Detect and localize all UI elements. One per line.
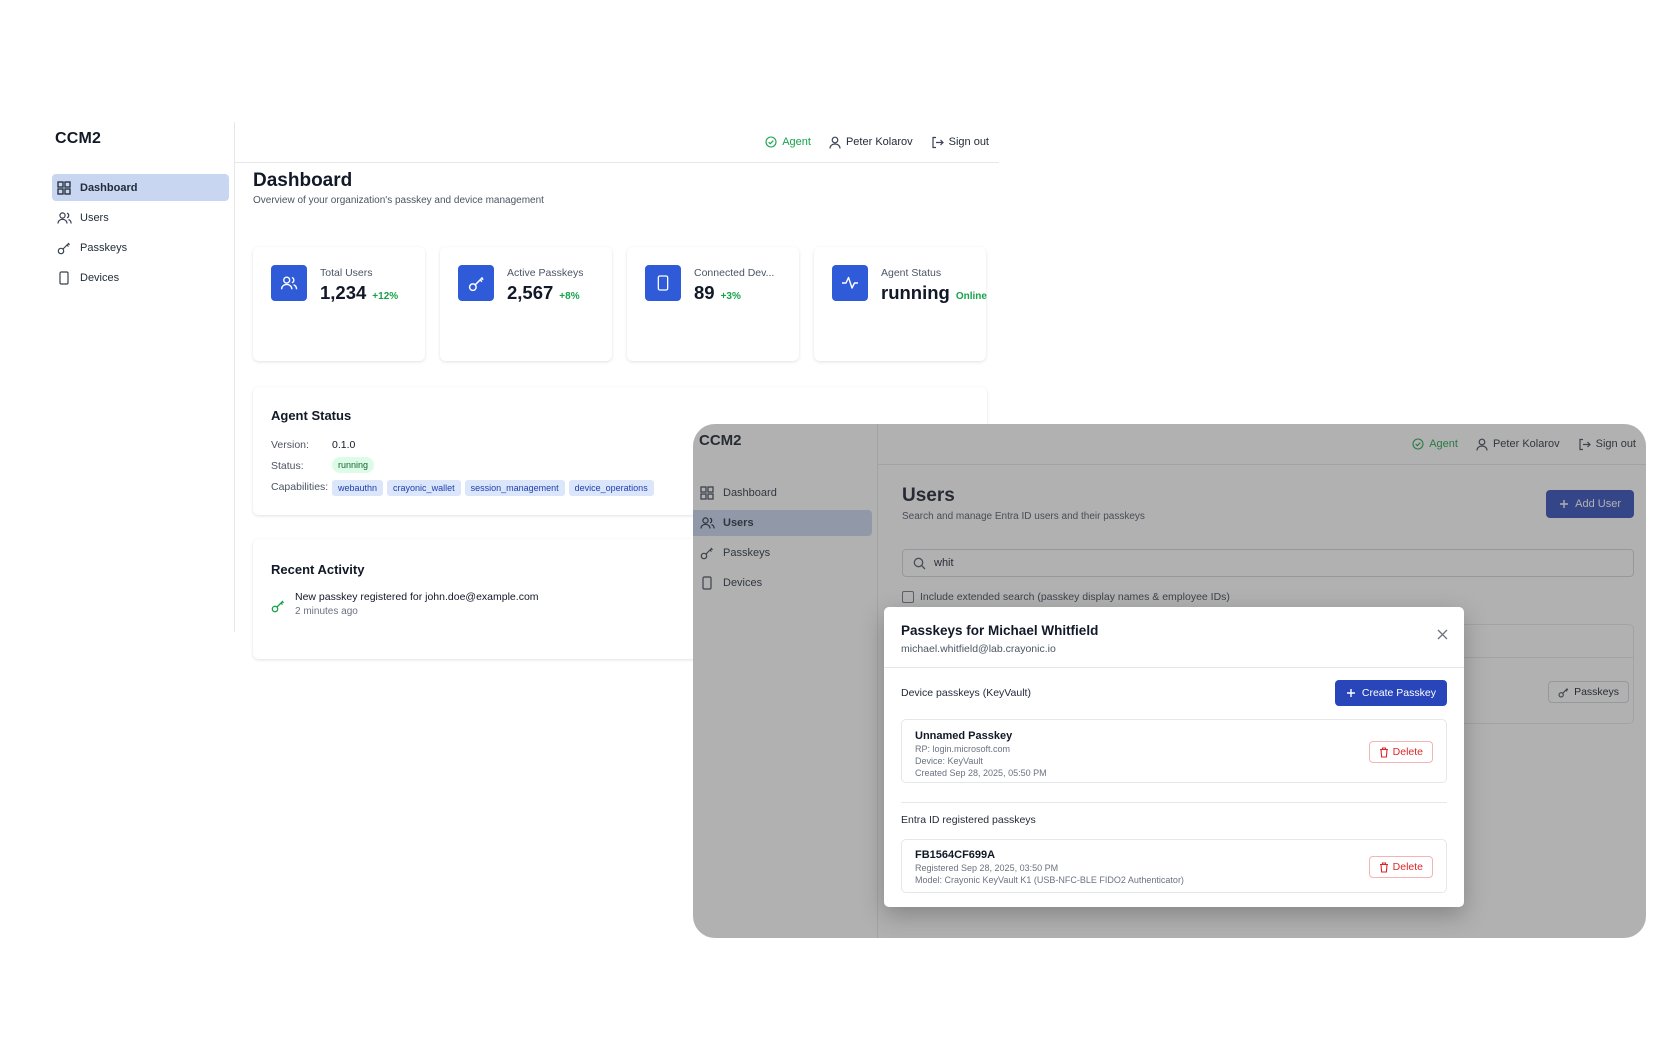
user-menu[interactable]: Peter Kolarov [829,136,913,149]
create-passkey-label: Create Passkey [1361,687,1436,699]
sidebar-nav: Dashboard Users Passkeys Devices [52,174,229,294]
stat-card-connected-devices: Connected Dev... 89 +3% [627,247,799,361]
entra-passkeys-heading: Entra ID registered passkeys [901,814,1036,826]
stat-label: Agent Status [881,267,942,279]
sign-out-button[interactable]: Sign out [931,136,989,149]
stat-value-wrap: 2,567 +8% [507,282,580,304]
key-icon [271,599,285,613]
brand-logo: CCM2 [55,130,102,147]
capabilities-label: Capabilities: [271,481,329,493]
sidebar-item-dashboard[interactable]: Dashboard [52,174,229,201]
activity-icon [832,265,868,301]
users-window: CCM2 Dashboard Users Passkeys Devices Ag… [693,424,1646,938]
status-badge: running [332,457,375,473]
status-label: Status: [271,460,304,472]
stat-label: Total Users [320,267,373,279]
activity-text: New passkey registered for john.doe@exam… [295,591,539,603]
stat-delta: +12% [372,291,399,302]
sign-out-label: Sign out [948,136,989,148]
stat-delta: Online [955,291,987,302]
modal-email: michael.whitfield@lab.crayonic.io [901,643,1056,655]
version-label: Version: [271,439,309,451]
delete-label: Delete [1392,861,1423,873]
divider [884,667,1464,668]
key-icon [56,240,72,256]
capability-chip: session_management [464,480,565,496]
passkey-created: Created Sep 28, 2025, 05:50 PM [915,768,1047,778]
passkey-name: FB1564CF699A [915,849,996,861]
user-name: Peter Kolarov [845,136,913,148]
page-title: Dashboard [253,170,353,191]
agent-status-title: Agent Status [271,408,352,423]
close-icon[interactable] [1437,629,1448,640]
create-passkey-button[interactable]: Create Passkey [1334,680,1447,706]
passkey-registered: Registered Sep 28, 2025, 03:50 PM [915,863,1059,873]
sidebar-item-label: Dashboard [80,181,138,194]
stat-value: running [881,282,950,303]
passkey-rp: RP: login.microsoft.com [915,744,1011,754]
stat-delta: +8% [559,291,580,302]
delete-passkey-button[interactable]: Delete [1368,856,1433,878]
entra-passkey-item: FB1564CF699A Registered Sep 28, 2025, 03… [901,839,1447,893]
stat-delta: +3% [720,291,741,302]
topbar: Agent Peter Kolarov Sign out [235,122,999,163]
stat-label: Connected Dev... [694,267,775,279]
capabilities-list: webauthn crayonic_wallet session_managemen… [332,478,658,496]
sidebar-item-label: Passkeys [80,241,128,254]
stat-value: 2,567 [507,282,554,303]
device-icon [56,270,72,286]
page-subtitle: Overview of your organization's passkey … [253,195,544,206]
stat-card-agent-status: Agent Status running Online [814,247,987,361]
stat-value: 89 [694,282,715,303]
passkey-device: Device: KeyVault [915,756,983,766]
stat-value-wrap: 89 +3% [694,282,741,304]
check-circle-icon [765,136,777,148]
device-icon [645,265,681,301]
capability-chip: webauthn [332,480,384,496]
activity-time: 2 minutes ago [295,606,358,617]
sidebar: CCM2 Dashboard Users Passkeys Devices [47,122,235,632]
agent-label: Agent [782,136,811,148]
sidebar-item-label: Users [80,211,109,224]
sidebar-item-users[interactable]: Users [52,204,229,231]
capability-chip: device_operations [568,480,654,496]
trash-icon [1379,746,1389,758]
passkeys-modal: Passkeys for Michael Whitfield michael.w… [884,607,1464,907]
stat-card-total-users: Total Users 1,234 +12% [253,247,425,361]
plus-icon [1346,688,1356,698]
passkey-model: Model: Crayonic KeyVault K1 (USB-NFC-BLE… [915,875,1184,885]
key-icon [458,265,494,301]
capability-chip: crayonic_wallet [387,480,461,496]
stat-card-active-passkeys: Active Passkeys 2,567 +8% [440,247,612,361]
modal-title: Passkeys for Michael Whitfield [901,623,1099,638]
delete-label: Delete [1392,746,1423,758]
sign-out-icon [931,136,944,149]
stat-value: 1,234 [320,282,367,303]
delete-passkey-button[interactable]: Delete [1368,741,1433,763]
sidebar-item-label: Devices [80,271,120,284]
recent-activity-title: Recent Activity [271,562,365,577]
sidebar-item-passkeys[interactable]: Passkeys [52,234,229,261]
users-icon [56,210,72,226]
user-icon [829,136,841,149]
trash-icon [1379,861,1389,873]
stat-value-wrap: 1,234 +12% [320,282,398,304]
device-passkey-item: Unnamed Passkey RP: login.microsoft.com … [901,719,1447,783]
stat-value-wrap: running Online [881,282,987,304]
divider [901,802,1447,803]
stat-label: Active Passkeys [507,267,584,279]
agent-status-link[interactable]: Agent [765,136,811,148]
version-value: 0.1.0 [332,439,356,451]
sidebar-item-devices[interactable]: Devices [52,264,229,291]
users-icon [271,265,307,301]
grid-icon [56,180,72,196]
device-passkeys-heading: Device passkeys (KeyVault) [901,687,1031,699]
passkey-name: Unnamed Passkey [915,730,1013,742]
